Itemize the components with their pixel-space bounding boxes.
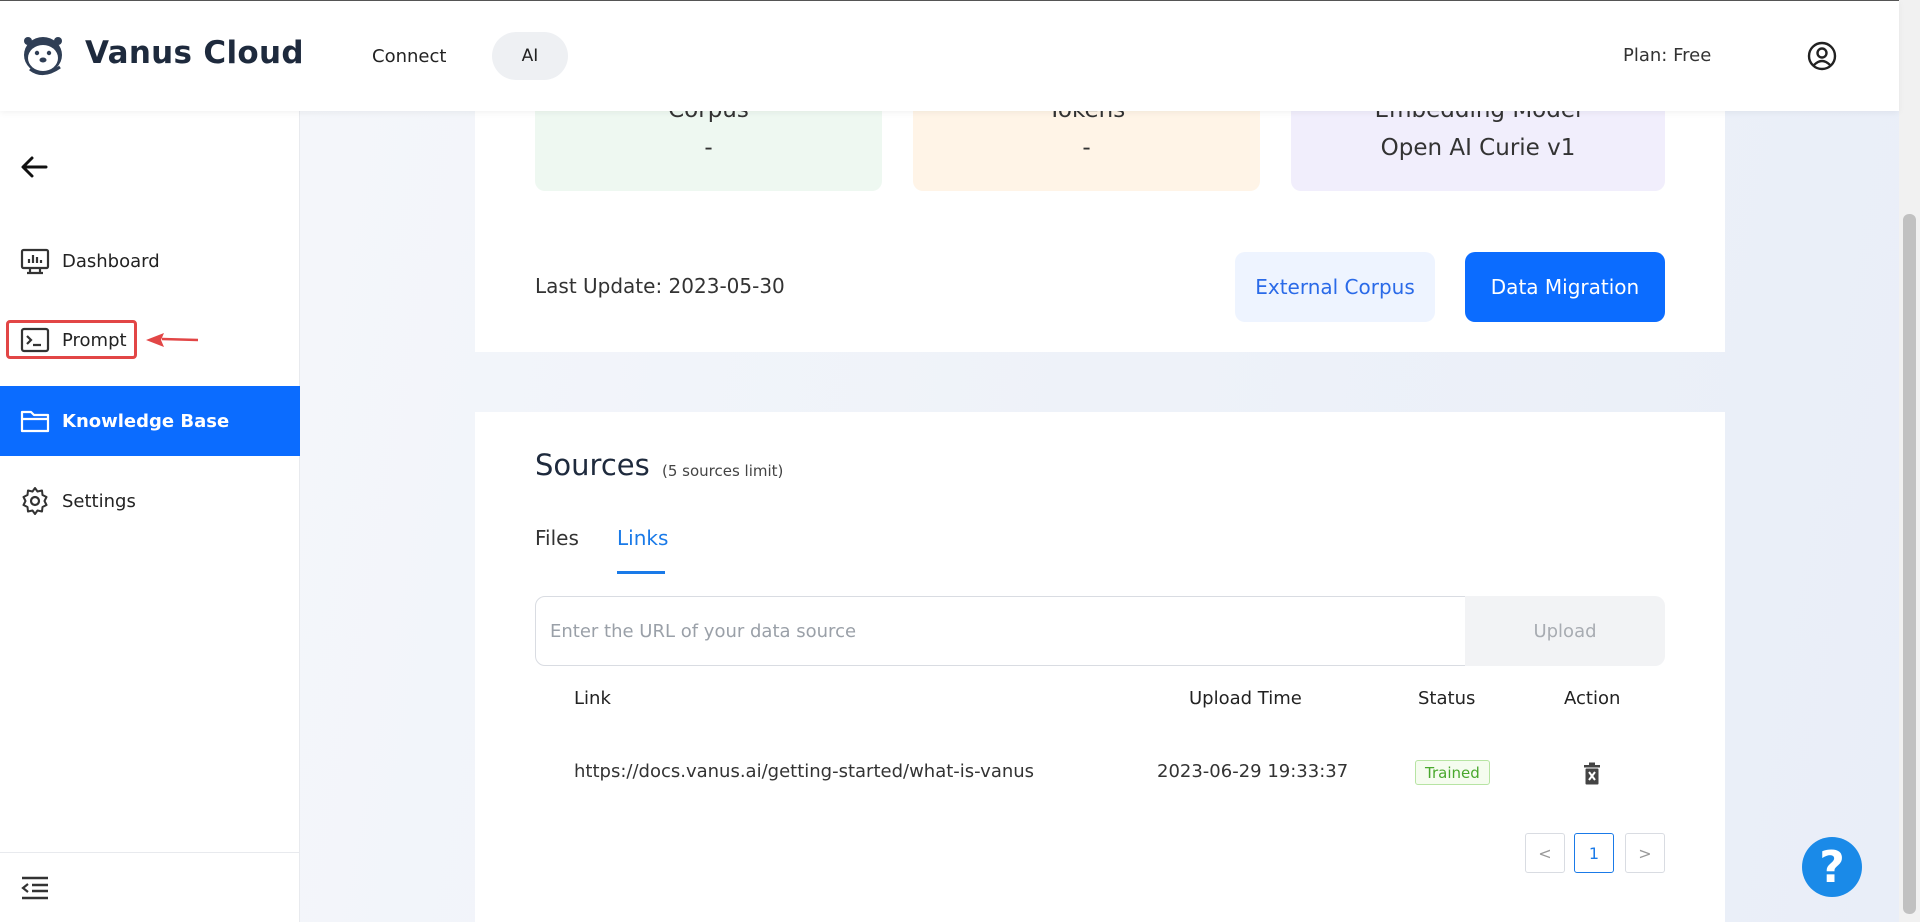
embedding-model-card: Embedding Model Open AI Curie v1 xyxy=(1291,97,1665,191)
delete-icon[interactable] xyxy=(1582,762,1602,786)
collapse-menu-icon[interactable] xyxy=(20,875,50,901)
sidebar-item-knowledge-base[interactable]: Knowledge Base xyxy=(0,386,300,456)
tokens-card: Tokens - xyxy=(913,97,1260,191)
sidebar-item-label: Prompt xyxy=(62,329,127,351)
pagination-prev-button[interactable]: < xyxy=(1525,833,1565,873)
pagination-next-button[interactable]: > xyxy=(1625,833,1665,873)
terminal-icon xyxy=(20,325,50,355)
sidebar-item-label: Dashboard xyxy=(62,250,160,272)
tab-files[interactable]: Files xyxy=(535,526,579,550)
column-header-upload-time: Upload Time xyxy=(1189,688,1302,709)
sidebar-item-label: Settings xyxy=(62,490,136,512)
annotation-arrow-icon xyxy=(144,331,200,349)
row-link[interactable]: https://docs.vanus.ai/getting-started/wh… xyxy=(574,761,1034,782)
sidebar: Dashboard Prompt Knowledge Base Settings xyxy=(0,111,300,922)
data-migration-button[interactable]: Data Migration xyxy=(1465,252,1665,322)
help-button[interactable]: ? xyxy=(1802,837,1862,897)
active-tab-indicator xyxy=(617,571,665,574)
tab-links[interactable]: Links xyxy=(617,526,668,550)
nav-connect[interactable]: Connect xyxy=(358,32,460,80)
sidebar-item-dashboard[interactable]: Dashboard xyxy=(0,226,300,296)
upload-button[interactable]: Upload xyxy=(1465,596,1665,666)
dashboard-icon xyxy=(20,246,50,276)
nav-ai[interactable]: AI xyxy=(492,32,568,80)
corpus-value: - xyxy=(704,135,713,161)
row-upload-time: 2023-06-29 19:33:37 xyxy=(1157,761,1349,782)
column-header-status: Status xyxy=(1418,688,1476,709)
vanus-otter-logo xyxy=(20,31,68,79)
top-header: Vanus Cloud Connect AI Plan: Free xyxy=(0,0,1899,111)
back-arrow-icon[interactable] xyxy=(18,151,50,183)
page-scrollbar[interactable] xyxy=(1899,0,1920,922)
external-corpus-button[interactable]: External Corpus xyxy=(1235,252,1435,322)
corpus-card: Corpus - xyxy=(535,97,882,191)
tokens-value: - xyxy=(1082,135,1091,161)
column-header-action: Action xyxy=(1564,688,1621,709)
embedding-model-value: Open AI Curie v1 xyxy=(1380,135,1576,161)
column-header-link: Link xyxy=(574,688,611,709)
sidebar-footer xyxy=(0,852,300,922)
user-account-icon[interactable] xyxy=(1807,41,1837,71)
scrollbar-thumb[interactable] xyxy=(1903,214,1916,914)
url-input[interactable] xyxy=(535,596,1466,666)
plan-label: Plan: Free xyxy=(1623,45,1712,66)
sidebar-item-settings[interactable]: Settings xyxy=(0,466,300,536)
pagination-page-1[interactable]: 1 xyxy=(1574,833,1614,873)
sources-limit-note: (5 sources limit) xyxy=(662,462,784,480)
sidebar-item-label: Knowledge Base xyxy=(62,410,230,432)
last-update-text: Last Update: 2023-05-30 xyxy=(535,274,785,298)
gear-icon xyxy=(20,486,50,516)
status-badge: Trained xyxy=(1415,760,1490,785)
app-title[interactable]: Vanus Cloud xyxy=(85,35,304,71)
folder-icon xyxy=(20,406,50,436)
sources-title: Sources xyxy=(535,448,650,482)
